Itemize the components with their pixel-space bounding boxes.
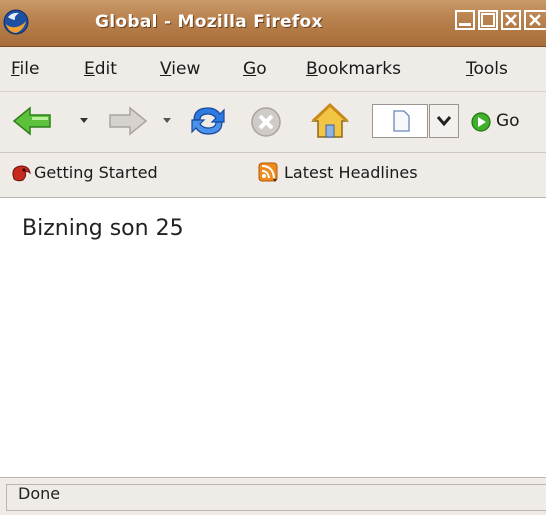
chevron-down-icon [436, 116, 452, 127]
back-icon[interactable] [12, 106, 62, 136]
forward-icon[interactable] [104, 106, 148, 136]
page-text: Bizning son 25 [22, 216, 184, 241]
menu-file-accel: F [11, 59, 20, 79]
home-icon[interactable] [309, 101, 351, 141]
reload-icon[interactable] [188, 102, 228, 140]
title-bar[interactable]: Global - Mozilla Firefox [0, 0, 546, 47]
menu-tools-accel: T [466, 59, 474, 79]
maximize-button[interactable] [478, 10, 498, 30]
status-bar: Done [0, 477, 546, 515]
menu-edit-accel: E [84, 59, 95, 79]
stop-icon[interactable] [249, 105, 283, 139]
menu-file-label: ile [19, 59, 40, 79]
firefox-bookmark-icon [12, 165, 31, 182]
minimize-icon [459, 23, 471, 26]
firefox-logo-icon [3, 9, 29, 35]
minimize-button[interactable] [455, 10, 475, 30]
page-icon [393, 110, 410, 132]
back-dropdown-icon[interactable] [79, 117, 89, 125]
menu-bookmarks[interactable]: Bookmarks [306, 59, 401, 79]
window-title: Global - Mozilla Firefox [95, 12, 323, 32]
menu-go[interactable]: Go [243, 59, 267, 79]
maximize-icon [481, 13, 495, 27]
navigation-toolbar: Go [0, 92, 546, 153]
menu-view-accel: V [160, 59, 172, 79]
menu-go-label: o [256, 59, 267, 79]
status-text: Done [18, 484, 61, 503]
menu-edit-label: dit [94, 59, 117, 79]
bookmarks-toolbar: Getting Started Latest Headlines [0, 153, 546, 198]
menu-view-label: iew [171, 59, 201, 79]
url-dropdown-button[interactable] [429, 104, 459, 138]
menu-tools-label: ools [473, 59, 508, 79]
bookmark-getting-started-label: Getting Started [34, 163, 158, 182]
page-content: Bizning son 25 [0, 198, 546, 477]
menu-tools[interactable]: Tools [466, 59, 508, 79]
bookmark-latest-headlines-label: Latest Headlines [284, 163, 418, 182]
menu-edit[interactable]: Edit [84, 59, 117, 79]
go-button[interactable]: Go [468, 104, 546, 138]
status-panel [6, 484, 546, 511]
menu-view[interactable]: View [160, 59, 200, 79]
menu-bar: File Edit View Go Bookmarks Tools [0, 47, 546, 92]
menu-go-accel: G [243, 59, 257, 79]
url-page-field[interactable] [372, 104, 428, 138]
menu-bookmarks-label: ookmarks [317, 59, 401, 79]
close-button[interactable] [501, 10, 521, 30]
menu-file[interactable]: File [11, 59, 39, 79]
forward-dropdown-icon[interactable] [162, 117, 172, 125]
close-button-edge[interactable] [524, 10, 546, 30]
rss-feed-icon [258, 162, 278, 182]
close-icon [505, 14, 517, 26]
close-x-icon [529, 14, 541, 26]
go-label: Go [496, 111, 520, 131]
menu-bookmarks-accel: B [306, 59, 318, 79]
go-icon [471, 112, 491, 132]
